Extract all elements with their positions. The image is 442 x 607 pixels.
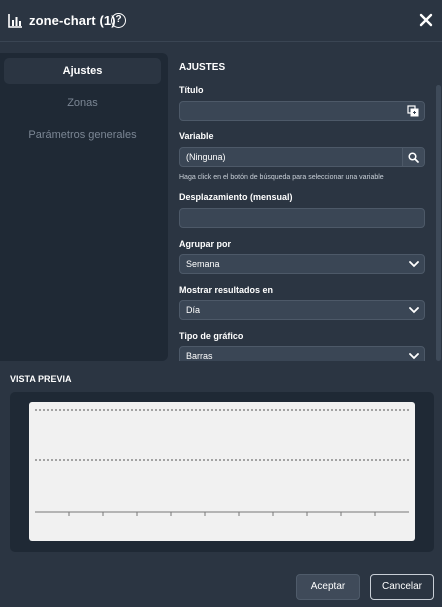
variable-value: (Ninguna): [186, 152, 226, 162]
desplazamiento-label: Desplazamiento (mensual): [179, 192, 293, 202]
preview-title: VISTA PREVIA: [10, 374, 72, 384]
nav-item-zonas[interactable]: Zonas: [4, 90, 161, 116]
variable-search-button[interactable]: [402, 148, 424, 166]
tipo-label: Tipo de gráfico: [179, 331, 244, 341]
tipo-value: Barras: [186, 351, 213, 361]
x-axis-ticks: [68, 512, 376, 516]
nav-item-ajustes[interactable]: Ajustes: [4, 58, 161, 84]
dialog-header: zone-chart (1) ?: [0, 0, 442, 42]
scrollbar-thumb[interactable]: [436, 85, 441, 361]
close-icon[interactable]: [418, 12, 434, 28]
mostrar-select[interactable]: Día: [179, 300, 425, 320]
settings-scrollbar[interactable]: [436, 85, 441, 361]
mostrar-label: Mostrar resultados en: [179, 285, 274, 295]
search-icon: [408, 151, 419, 163]
titulo-copy-button[interactable]: [402, 102, 424, 120]
nav-item-parametros-generales[interactable]: Parámetros generales: [4, 122, 161, 148]
cancel-button[interactable]: Cancelar: [370, 574, 434, 600]
variable-label: Variable: [179, 131, 214, 141]
mostrar-value: Día: [186, 305, 201, 315]
agrupar-label: Agrupar por: [179, 239, 232, 249]
variable-input[interactable]: (Ninguna): [179, 147, 425, 167]
help-icon[interactable]: ?: [111, 13, 126, 28]
section-title: AJUSTES: [179, 62, 226, 73]
titulo-input[interactable]: [179, 101, 425, 121]
preview-chart: [29, 402, 415, 541]
chart-bar-icon: [8, 14, 22, 28]
chevron-down-icon: [409, 307, 419, 314]
copy-icon: [407, 105, 419, 117]
tipo-select[interactable]: Barras: [179, 346, 425, 361]
agrupar-value: Semana: [186, 259, 220, 269]
tipo-clip: Barras: [179, 346, 425, 361]
dialog-title: zone-chart (1): [29, 13, 116, 28]
titulo-label: Título: [179, 85, 204, 95]
preview-chart-svg: [35, 409, 409, 516]
accept-button[interactable]: Aceptar: [296, 574, 360, 600]
desplazamiento-input[interactable]: [179, 208, 425, 228]
variable-hint: Haga click en el botón de búsqueda para …: [179, 174, 384, 181]
chevron-down-icon: [409, 353, 419, 360]
agrupar-select[interactable]: Semana: [179, 254, 425, 274]
chevron-down-icon: [409, 261, 419, 268]
settings-nav-panel: Ajustes Zonas Parámetros generales: [0, 53, 168, 361]
